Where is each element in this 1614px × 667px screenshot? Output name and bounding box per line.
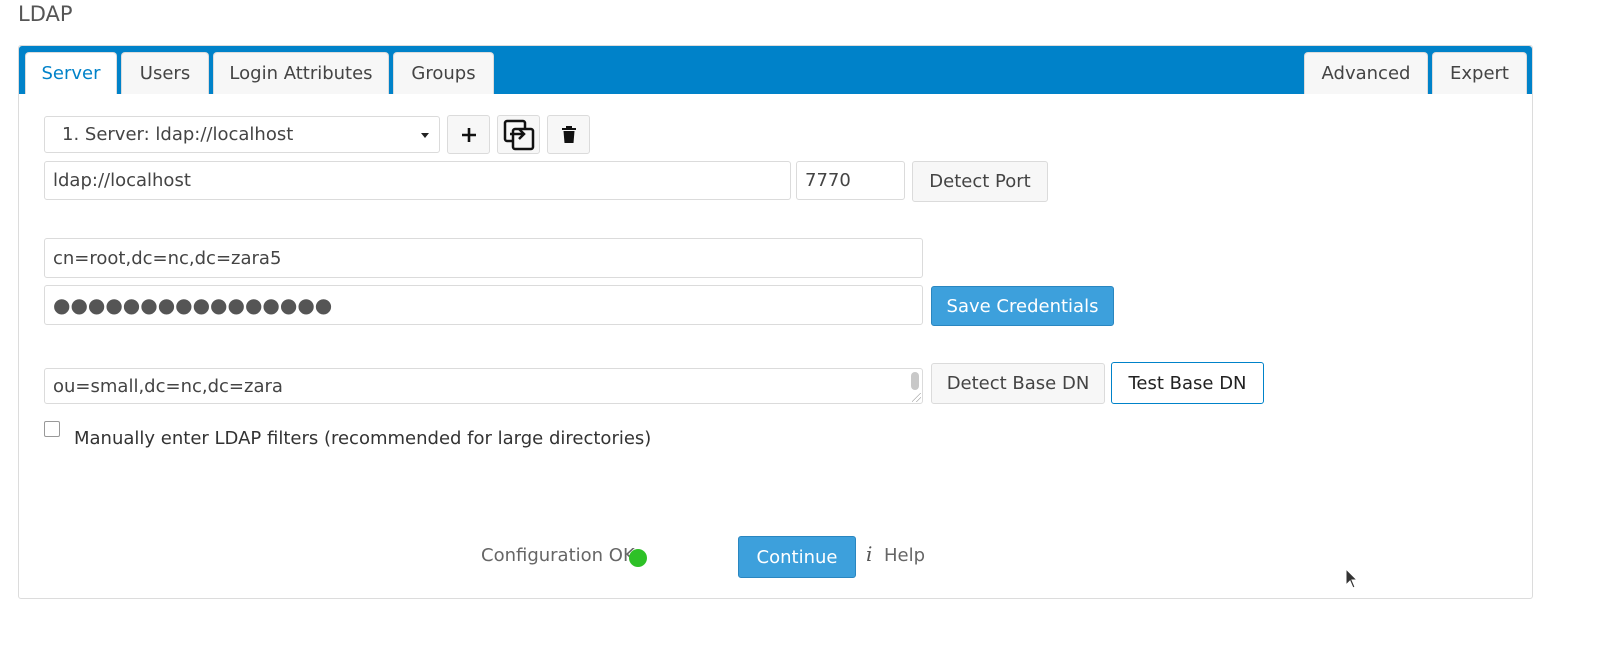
add-config-button[interactable] [447,115,490,154]
scrollbar-thumb[interactable] [911,372,919,390]
tab-groups[interactable]: Groups [393,52,494,94]
password-input-value: ●●●●●●●●●●●●●●●● [53,293,333,317]
plus-icon [461,127,476,142]
trash-icon [561,125,576,143]
chevron-down-icon [421,133,429,138]
host-input-value: ldap://localhost [53,170,191,191]
mouse-cursor-icon [1345,568,1359,589]
tab-expert[interactable]: Expert [1432,52,1527,94]
user-dn-input[interactable]: cn=root,dc=nc,dc=zara5 [44,238,923,278]
tab-users[interactable]: Users [121,52,209,94]
detect-base-dn-button[interactable]: Detect Base DN [931,363,1105,404]
manual-filters-label[interactable]: Manually enter LDAP filters (recommended… [74,428,651,449]
port-input-value: 7770 [805,170,851,191]
resize-grip-icon[interactable] [912,393,921,402]
password-input[interactable]: ●●●●●●●●●●●●●●●● [44,285,923,325]
manual-filters-checkbox[interactable] [44,421,60,437]
detect-port-button[interactable]: Detect Port [912,161,1048,202]
copy-config-icon [503,119,534,150]
tab-login-attributes[interactable]: Login Attributes [213,52,389,94]
tab-server[interactable]: Server [25,52,117,94]
port-input[interactable]: 7770 [796,161,905,200]
delete-config-button[interactable] [547,115,590,154]
status-text: Configuration OK [481,545,635,566]
base-dn-textarea[interactable]: ou=small,dc=nc,dc=zara [44,368,923,404]
save-credentials-button[interactable]: Save Credentials [931,286,1114,326]
copy-config-button[interactable] [497,115,540,154]
tab-bar: Server Users Login Attributes Groups Adv… [19,46,1532,94]
server-config-select-value: 1. Server: ldap://localhost [62,124,294,145]
status-ok-indicator [629,549,647,567]
page-title: LDAP [18,2,73,26]
test-base-dn-button[interactable]: Test Base DN [1111,362,1264,404]
continue-button[interactable]: Continue [738,536,856,578]
server-config-select[interactable]: 1. Server: ldap://localhost [44,116,440,153]
host-input[interactable]: ldap://localhost [44,161,791,200]
help-link[interactable]: Help [884,545,925,566]
info-icon[interactable]: i [866,542,872,566]
base-dn-textarea-value: ou=small,dc=nc,dc=zara [53,375,283,397]
user-dn-input-value: cn=root,dc=nc,dc=zara5 [53,247,282,269]
tab-advanced[interactable]: Advanced [1304,52,1428,94]
